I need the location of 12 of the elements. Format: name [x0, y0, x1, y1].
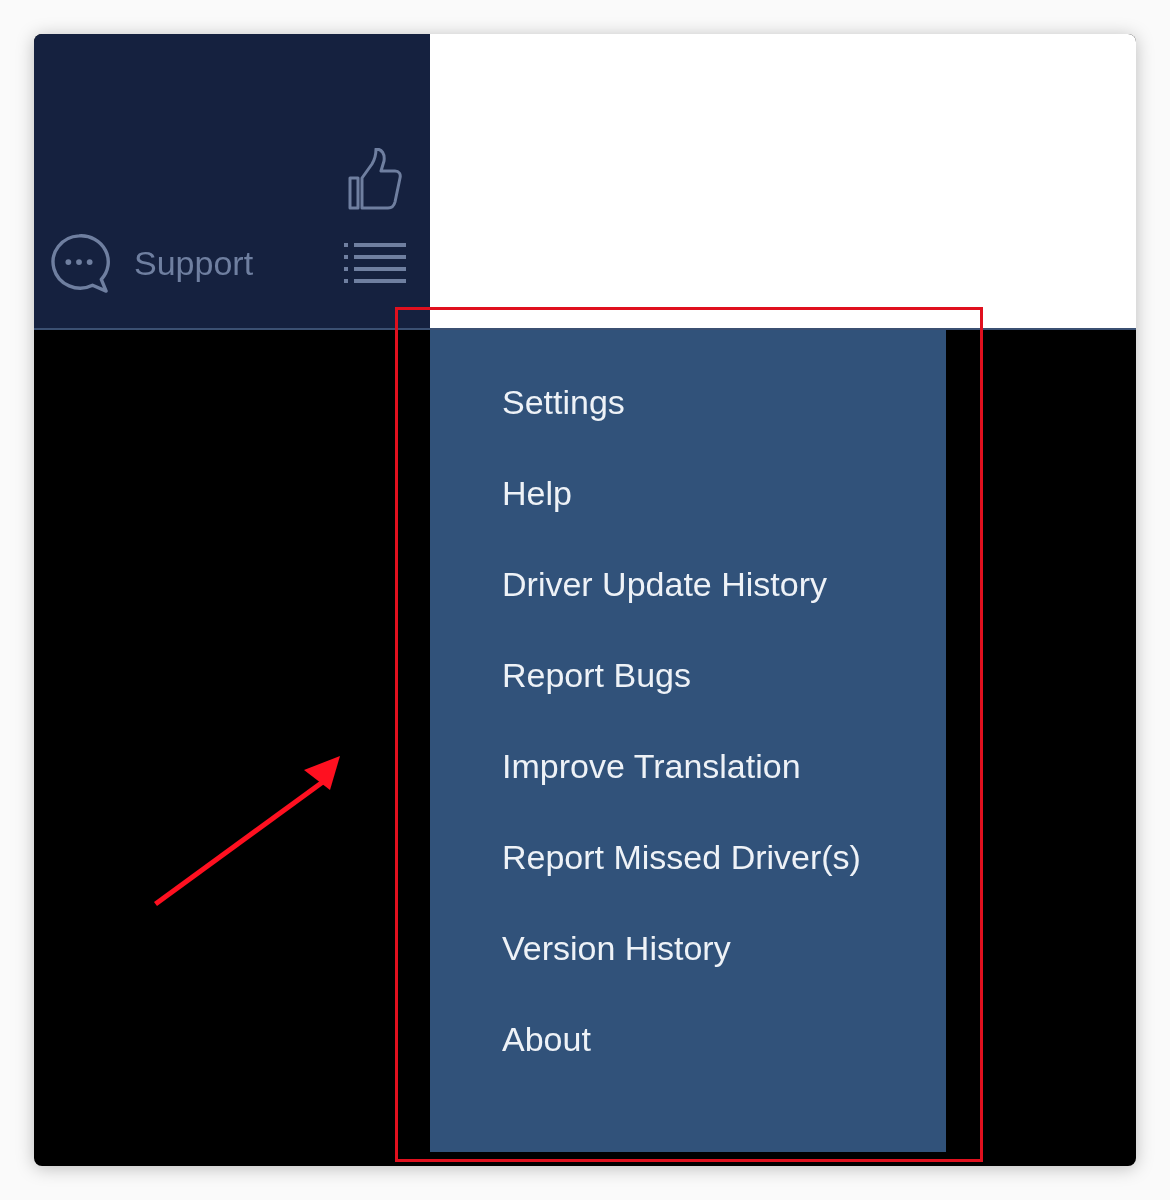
- menu-item[interactable]: Report Missed Driver(s): [502, 837, 946, 878]
- support-link[interactable]: Support: [134, 243, 254, 283]
- thumbs-up-icon[interactable]: [347, 148, 403, 210]
- menu-icon[interactable]: [344, 243, 406, 283]
- menu-item[interactable]: Help: [502, 473, 946, 514]
- menu-item[interactable]: Report Bugs: [502, 655, 946, 696]
- menu-item[interactable]: Driver Update History: [502, 564, 946, 605]
- menu-item[interactable]: Settings: [502, 382, 946, 423]
- menu-item[interactable]: Improve Translation: [502, 746, 946, 787]
- menu-item[interactable]: About: [502, 1019, 946, 1060]
- chat-bubble-icon[interactable]: [48, 232, 110, 294]
- menu-item[interactable]: Version History: [502, 928, 946, 969]
